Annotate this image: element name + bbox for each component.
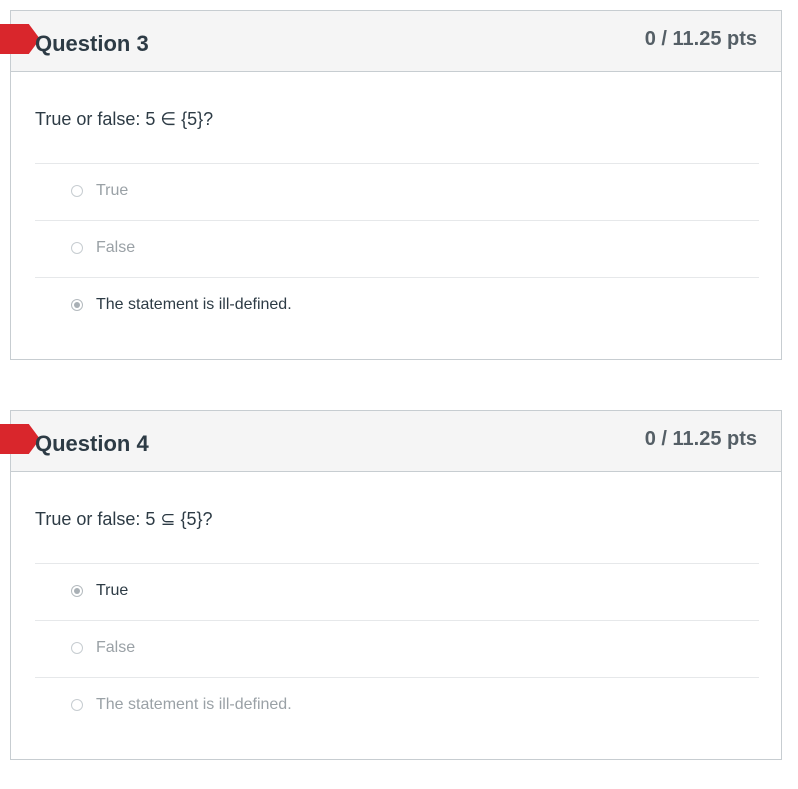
- radio-button[interactable]: [71, 642, 83, 654]
- answer-label: True: [96, 182, 129, 199]
- question-points: 0 / 11.25 pts: [644, 428, 757, 450]
- question-3-card: Question 3 0 / 11.25 pts True or false: …: [0, 10, 782, 360]
- question-4-card: Question 4 0 / 11.25 pts True or false: …: [0, 410, 782, 760]
- answer-list: True False The statement is ill-defined.: [35, 163, 759, 334]
- radio-button-selected[interactable]: [71, 299, 83, 311]
- radio-button[interactable]: [71, 185, 83, 197]
- radio-button[interactable]: [71, 699, 83, 711]
- question-points: 0 / 11.25 pts: [644, 28, 757, 50]
- answer-label: False: [96, 239, 136, 256]
- answer-label: The statement is ill-defined.: [96, 696, 292, 713]
- answer-option-true[interactable]: True: [35, 163, 759, 220]
- question-title: Question 4: [35, 431, 149, 456]
- answer-label: False: [96, 639, 136, 656]
- radio-button-selected[interactable]: [71, 585, 83, 597]
- question-text: True or false: 5 ⊆ {5}?: [35, 509, 213, 529]
- answer-option-false[interactable]: False: [35, 220, 759, 277]
- question-header: Question 3 0 / 11.25 pts: [0, 11, 781, 72]
- answer-option-ill-defined[interactable]: The statement is ill-defined.: [35, 677, 759, 734]
- flag-icon[interactable]: [0, 24, 40, 54]
- question-header: Question 4 0 / 11.25 pts: [0, 411, 781, 472]
- flag-icon[interactable]: [0, 424, 40, 454]
- answer-option-false[interactable]: False: [35, 620, 759, 677]
- answer-label: The statement is ill-defined.: [96, 296, 292, 313]
- answer-label: True: [96, 582, 129, 599]
- answer-option-ill-defined[interactable]: The statement is ill-defined.: [35, 277, 759, 334]
- question-text: True or false: 5 ∈ {5}?: [35, 109, 214, 129]
- radio-button[interactable]: [71, 242, 83, 254]
- answer-list: True False The statement is ill-defined.: [35, 563, 759, 734]
- question-title: Question 3: [35, 31, 149, 56]
- answer-option-true[interactable]: True: [35, 563, 759, 620]
